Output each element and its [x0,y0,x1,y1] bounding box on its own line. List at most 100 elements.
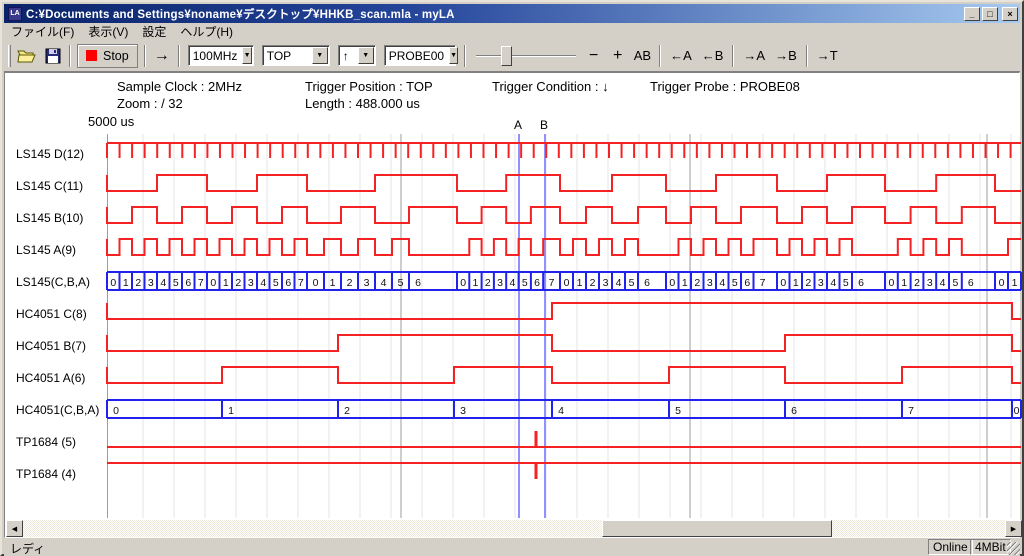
stop-button[interactable]: Stop [77,44,138,68]
svg-text:5: 5 [629,277,635,289]
save-file-button[interactable] [41,44,65,68]
sample-rate-combobox[interactable]: 100MHz ▼ [188,45,254,66]
svg-text:5: 5 [273,277,279,289]
close-button[interactable]: × [1002,7,1018,21]
chevron-down-icon[interactable]: ▼ [242,47,251,64]
resize-grip[interactable] [1007,542,1020,555]
svg-text:2: 2 [235,277,241,289]
svg-text:0: 0 [999,277,1005,289]
sample-clock-info: Sample Clock : 2MHz [117,79,242,94]
zoom-slider[interactable] [476,45,576,67]
menu-settings[interactable]: 設定 [135,22,173,41]
open-file-button[interactable] [13,44,41,68]
svg-text:5: 5 [952,277,958,289]
time-division-label: 5000 us [88,114,134,129]
trigger-edge-combobox[interactable]: ↑ ▼ [338,45,376,66]
svg-text:1: 1 [473,277,479,289]
svg-text:7: 7 [760,277,766,289]
goto-cursor-b-left-button[interactable]: ←B [697,44,729,68]
floppy-disk-icon [45,48,61,64]
cursor-b-label: B [540,118,548,132]
svg-text:0: 0 [564,277,570,289]
svg-text:4: 4 [830,277,836,289]
svg-text:0: 0 [110,277,116,289]
toolbar-separator [806,45,808,67]
horizontal-scrollbar[interactable]: ◀ ▶ [6,520,1022,537]
chevron-down-icon[interactable]: ▼ [449,47,458,64]
probe-combobox[interactable]: PROBE00 ▼ [384,45,456,66]
zoom-info: Zoom : / 32 [117,96,183,111]
goto-cursor-a-left-button[interactable]: ←A [665,44,697,68]
chevron-down-icon[interactable]: ▼ [358,47,374,64]
menu-view[interactable]: 表示(V) [81,22,135,41]
svg-text:6: 6 [858,277,864,289]
minimize-button[interactable]: _ [964,7,980,21]
svg-text:2: 2 [914,277,920,289]
app-icon: LA [8,7,22,21]
svg-text:1: 1 [901,277,907,289]
svg-text:0: 0 [1014,405,1020,417]
sample-rate-value: 100MHz [189,49,242,63]
svg-text:2: 2 [805,277,811,289]
goto-cursor-a-right-button[interactable]: →A [738,44,770,68]
svg-text:7: 7 [549,277,555,289]
open-folder-icon [17,48,37,64]
svg-text:1: 1 [223,277,229,289]
scroll-left-arrow-icon[interactable]: ◀ [6,520,23,537]
svg-text:0: 0 [780,277,786,289]
scroll-right-arrow-icon[interactable]: ▶ [1005,520,1022,537]
svg-text:5: 5 [173,277,179,289]
svg-text:4: 4 [616,277,622,289]
svg-text:1: 1 [228,405,234,417]
run-button[interactable]: → [150,44,174,68]
svg-text:7: 7 [908,405,914,417]
goto-cursor-b-right-button[interactable]: →B [770,44,802,68]
title-bar[interactable]: LA C:¥Documents and Settings¥noname¥デスクト… [4,4,1020,23]
stop-icon [86,50,97,61]
menu-file[interactable]: ファイル(F) [4,22,81,41]
status-bar: レディ Online 4MBit [4,539,1020,556]
waveform-plot[interactable]: 0123456701234567012345601234567012345601… [2,132,1024,520]
svg-text:0: 0 [460,277,466,289]
svg-text:3: 3 [707,277,713,289]
scrollbar-thumb[interactable] [602,520,832,537]
svg-text:6: 6 [644,277,650,289]
maximize-button[interactable]: □ [982,7,998,21]
toolbar-separator [178,45,180,67]
svg-text:1: 1 [793,277,799,289]
window-title: C:¥Documents and Settings¥noname¥デスクトップ¥… [26,6,962,22]
zoom-slider-handle[interactable] [501,46,512,66]
svg-text:5: 5 [732,277,738,289]
svg-text:3: 3 [927,277,933,289]
length-info: Length : 488.000 us [305,96,420,111]
svg-text:0: 0 [888,277,894,289]
toolbar-separator [144,45,146,67]
svg-text:1: 1 [1012,277,1018,289]
trigger-position-info: Trigger Position : TOP [305,79,433,94]
svg-text:4: 4 [940,277,946,289]
svg-text:5: 5 [675,405,681,417]
svg-text:0: 0 [113,405,119,417]
svg-text:2: 2 [590,277,596,289]
svg-text:3: 3 [248,277,254,289]
goto-trigger-button[interactable]: →T [812,44,843,68]
trigger-position-combobox[interactable]: TOP ▼ [262,45,330,66]
ab-cursors-button[interactable]: AB [630,44,655,68]
chevron-down-icon[interactable]: ▼ [312,47,328,64]
svg-text:0: 0 [210,277,216,289]
toolbar: Stop → 100MHz ▼ TOP ▼ ↑ ▼ PROBE00 ▼ − + … [4,40,1020,72]
toolbar-separator [69,45,71,67]
svg-text:6: 6 [744,277,750,289]
zoom-in-button[interactable]: + [606,44,630,68]
svg-text:3: 3 [818,277,824,289]
svg-text:3: 3 [364,277,370,289]
svg-text:3: 3 [497,277,503,289]
svg-text:2: 2 [344,405,350,417]
svg-text:2: 2 [135,277,141,289]
svg-text:5: 5 [843,277,849,289]
svg-text:6: 6 [185,277,191,289]
menu-help[interactable]: ヘルプ(H) [173,22,240,41]
svg-text:4: 4 [160,277,166,289]
toolbar-separator [464,45,466,67]
zoom-out-button[interactable]: − [582,44,606,68]
